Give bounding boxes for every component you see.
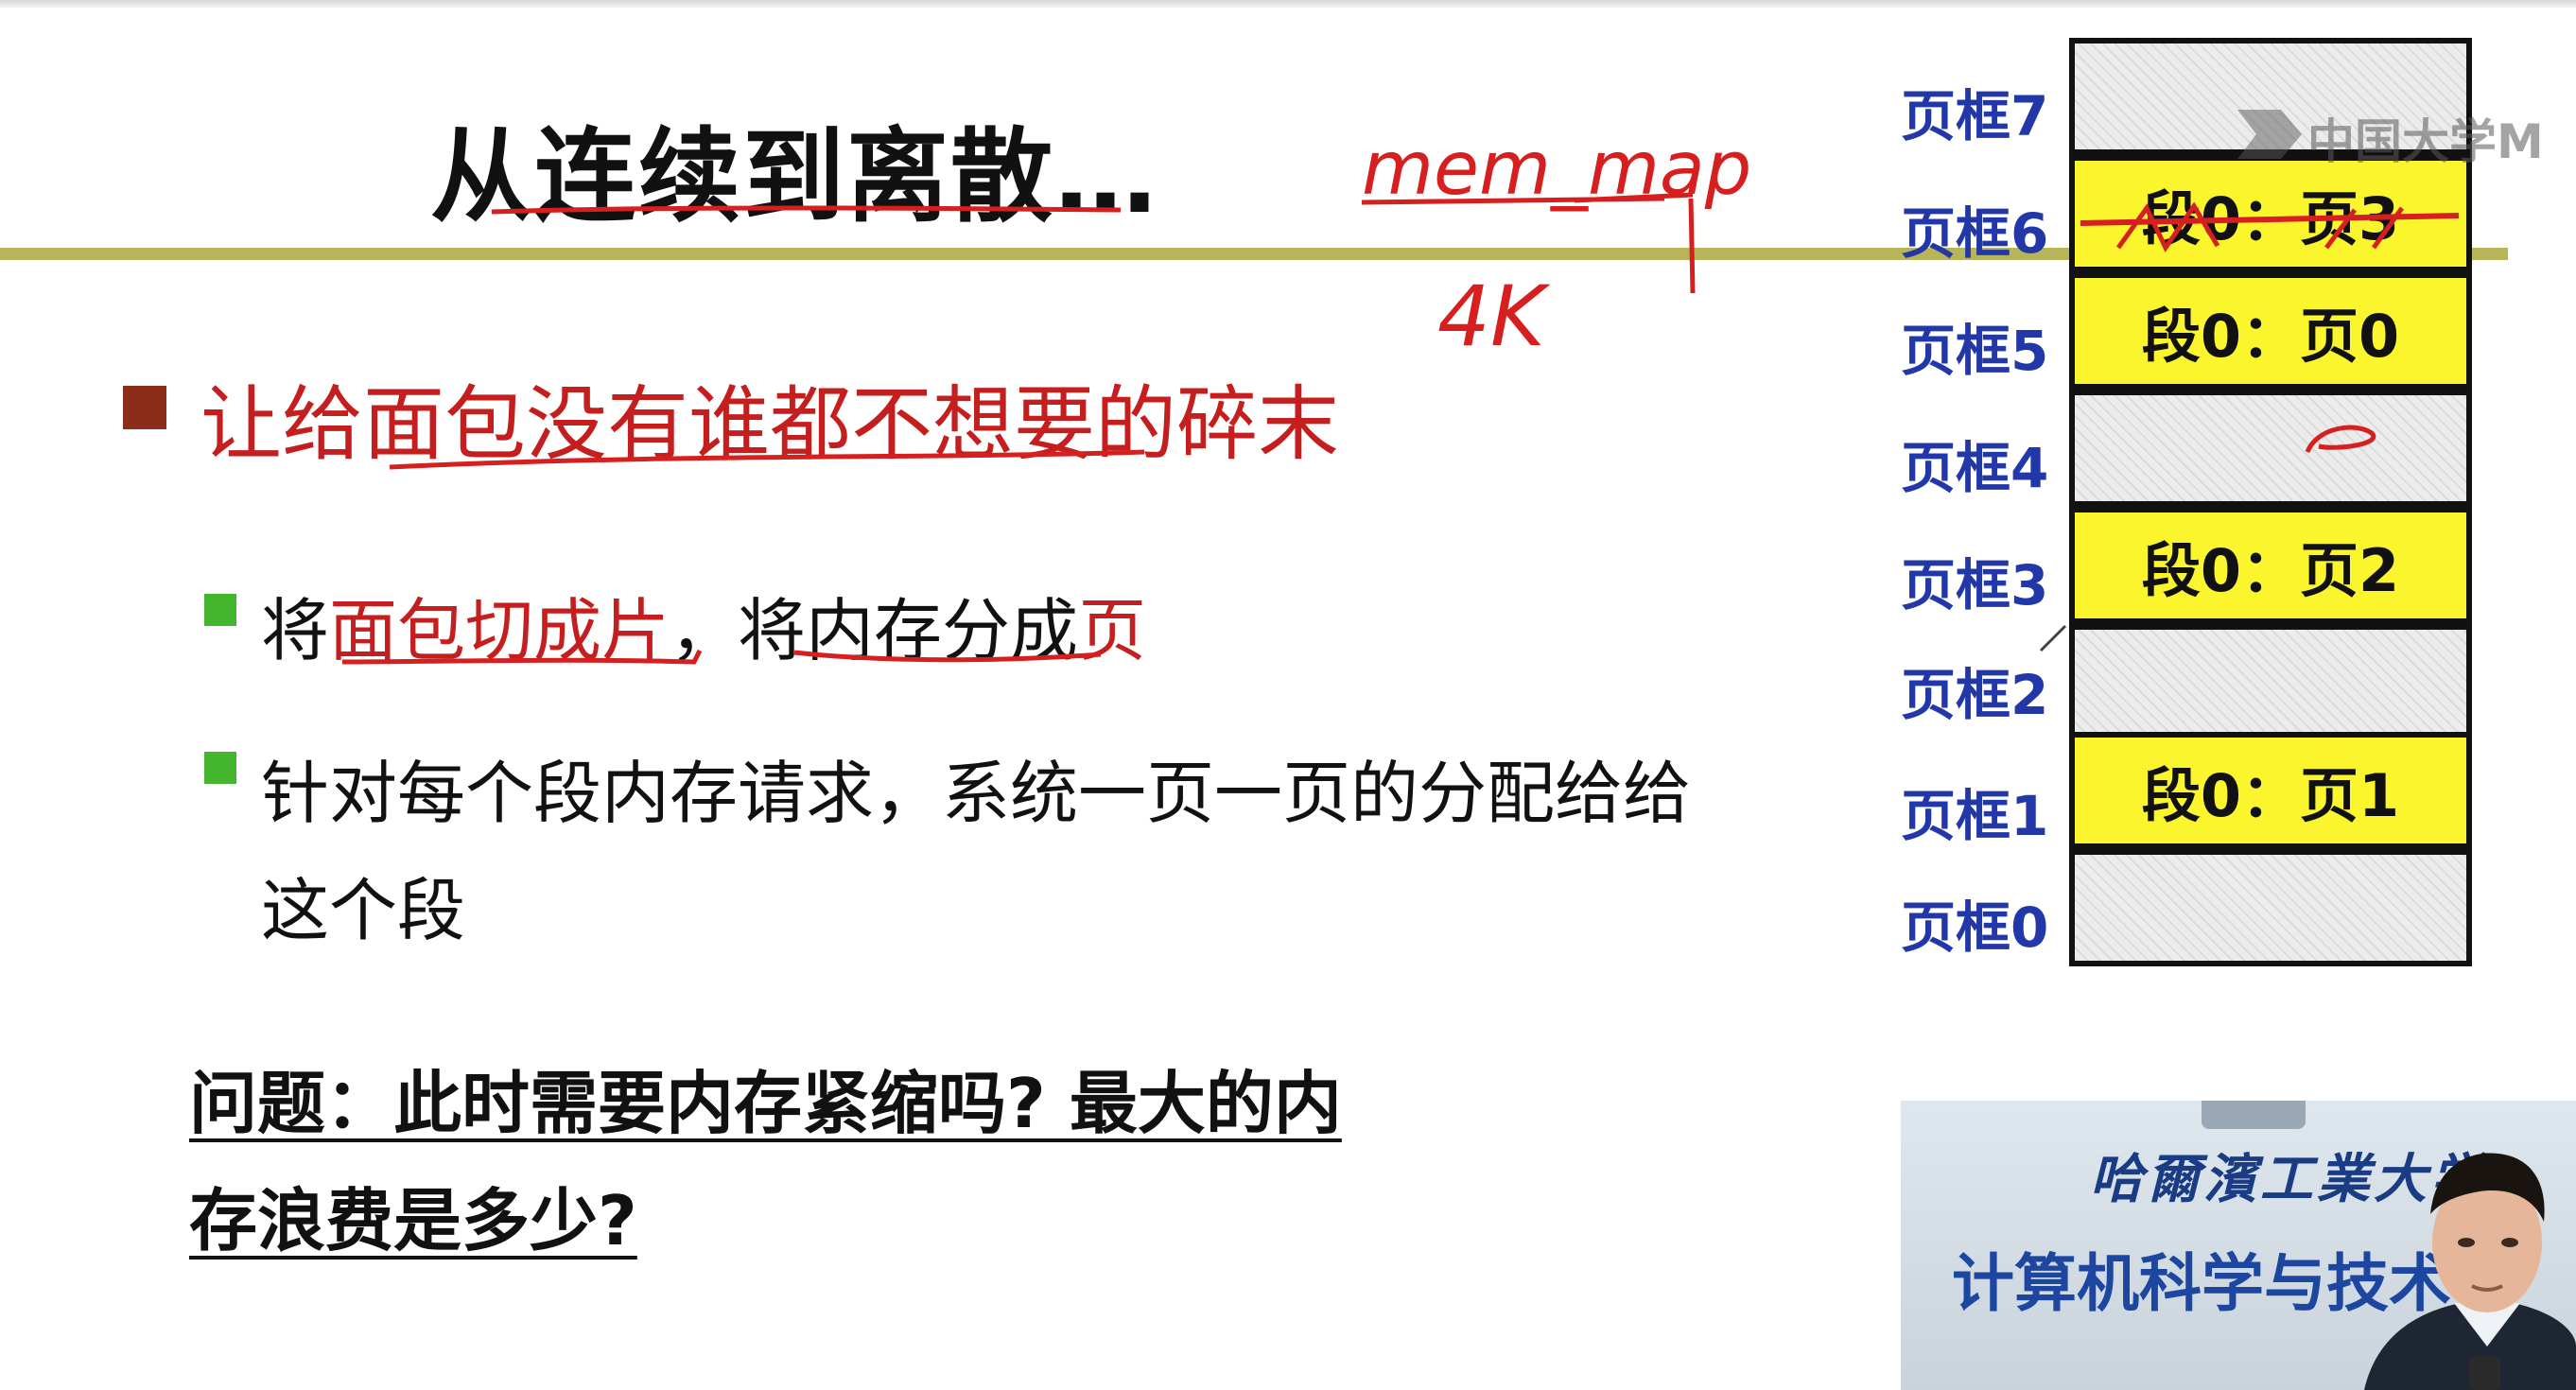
sub-bullet-icon	[204, 594, 236, 626]
webcam-video: 哈爾濱工業大学 计算机科学与技术	[1901, 1101, 2576, 1390]
handwritten-4k: 4K	[1437, 268, 1551, 365]
lecture-slide: 从连续到离散… 让给面包没有谁都不想要的碎末 将面包切成片，将内存分成页 针对每…	[0, 0, 2576, 1390]
page-frame	[2069, 624, 2472, 741]
frame-label: 页框7	[1901, 84, 2049, 148]
frame-label: 页框5	[1901, 319, 2049, 383]
frame-content: 段0：页3	[2141, 184, 2400, 253]
frame-content: 段0：页0	[2141, 302, 2400, 371]
question-line-1: 问题：此时需要内存紧缩吗? 最大的内	[189, 1064, 1342, 1143]
question-line-2: 存浪费是多少?	[189, 1181, 637, 1260]
top-strip	[0, 0, 2576, 8]
page-frame	[2069, 849, 2472, 966]
page-frame: 段0：页3	[2069, 155, 2472, 272]
frame-label: 页框4	[1901, 436, 2049, 500]
frame-label: 页框3	[1901, 553, 2049, 617]
frame-content: 段0：页1	[2141, 761, 2400, 830]
frame-label: 页框0	[1901, 895, 2049, 960]
sub-bullet-2-line1: 针对每个段内存请求，系统一页一页的分配给给	[261, 754, 1692, 833]
frame-label: 页框1	[1901, 784, 2049, 848]
bullet-square-icon	[123, 386, 166, 429]
presenter-figure	[2364, 1153, 2576, 1390]
handwritten-mem-map: mem_map	[1362, 127, 1751, 212]
page-frame: 段0：页0	[2069, 272, 2472, 390]
page-frame	[2069, 390, 2472, 507]
sub-bullet-1-part1: 将	[261, 591, 330, 670]
main-bullet-text: 让给面包没有谁都不想要的碎末	[200, 377, 1339, 472]
watermark-text: 中国大学M	[2307, 114, 2544, 169]
frame-label: 页框6	[1901, 201, 2049, 266]
sub-bullet-1-part3: ，将内存分成	[670, 591, 1079, 670]
sub-bullet-1-part2: 面包切成片	[329, 591, 670, 670]
mooc-logo-icon	[2237, 110, 2302, 159]
frame-content: 段0：页2	[2141, 536, 2400, 605]
sub-bullet-1-part4: 页	[1078, 591, 1147, 670]
page-frame: 段0：页1	[2069, 732, 2472, 849]
frame-label: 页框2	[1901, 663, 2049, 727]
sub-bullet-icon	[204, 752, 236, 784]
sub-bullet-1: 将面包切成片，将内存分成页	[261, 575, 1146, 674]
slide-title: 从连续到离散…	[430, 118, 1159, 236]
page-frame: 段0：页2	[2069, 507, 2472, 624]
sub-bullet-2-line2: 这个段	[261, 871, 466, 950]
